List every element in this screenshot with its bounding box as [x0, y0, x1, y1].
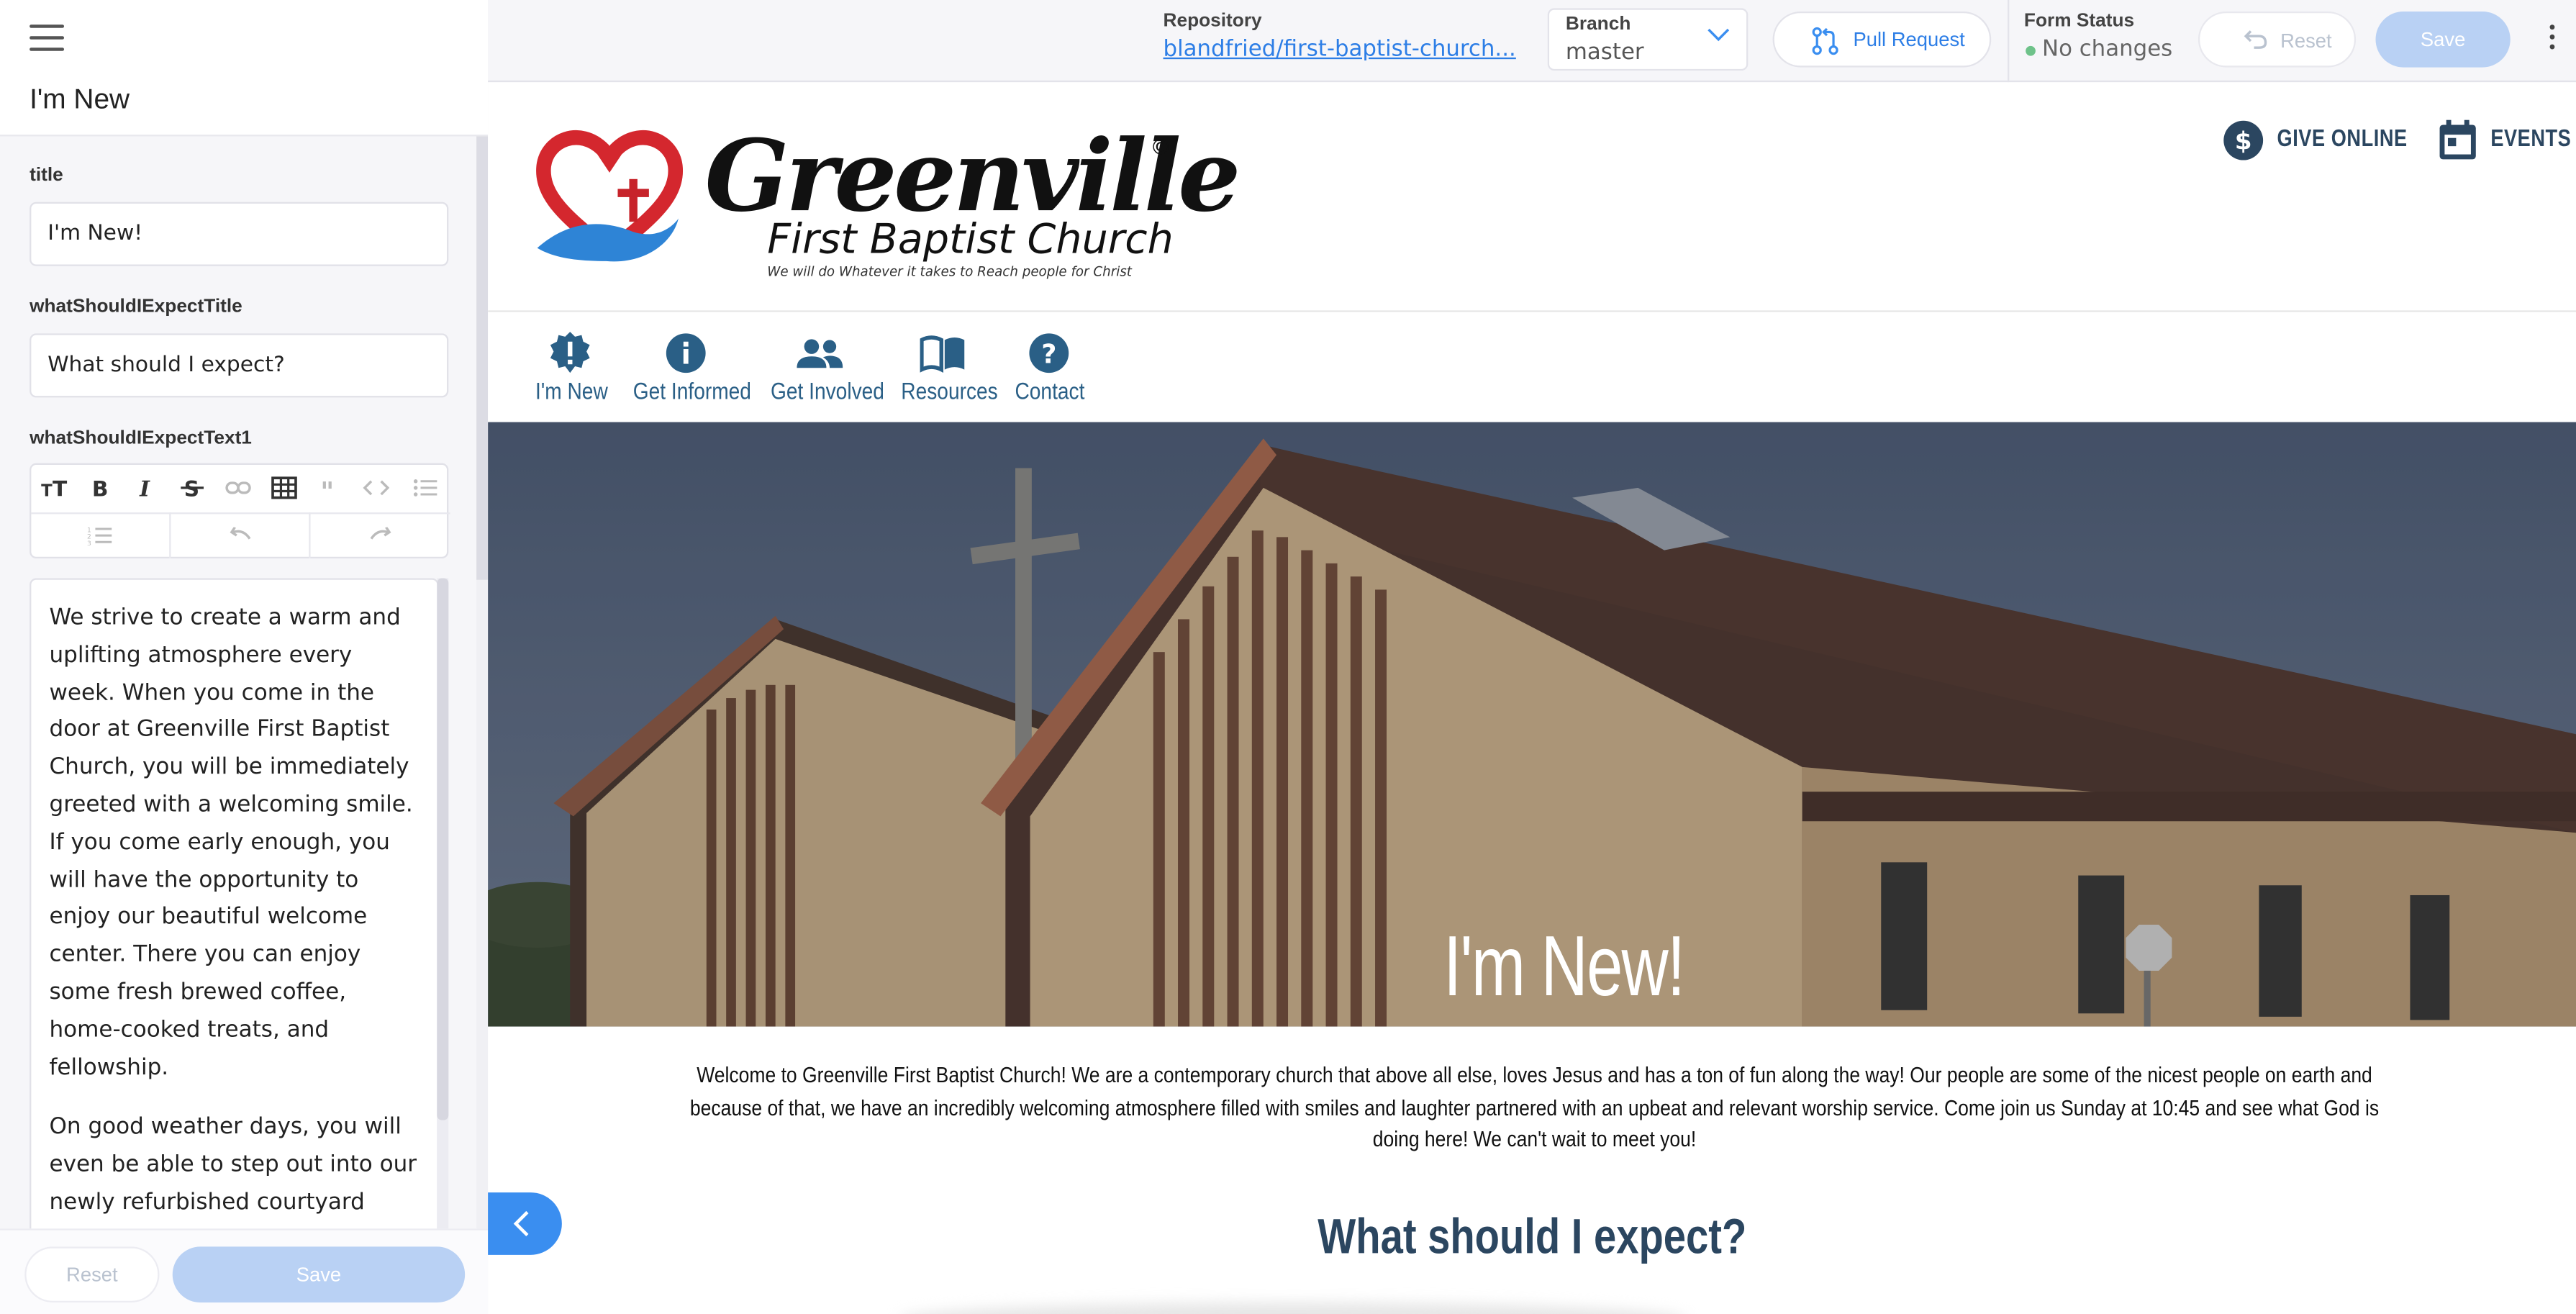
svg-text:": "	[320, 478, 334, 497]
site-header: Greenville © First Baptist Church We wil…	[488, 83, 2576, 312]
events-link[interactable]: EVENTS	[2438, 115, 2576, 164]
rich-text-editor[interactable]: We strive to create a warm and uplifting…	[30, 578, 439, 1236]
nav-item-contact[interactable]: ? Contact	[1010, 332, 1086, 411]
editor-scrollbar[interactable]	[437, 578, 449, 1236]
bullet-list-icon[interactable]	[402, 465, 448, 511]
form-status-value: No changes	[2042, 36, 2173, 63]
form-status-label: Form Status	[2023, 11, 2135, 32]
save-button[interactable]: Save	[172, 1246, 466, 1303]
nav-label: I'm New	[535, 377, 608, 404]
nav-label: Get Informed	[632, 377, 751, 404]
welcome-text-content: Welcome to Greenville First Baptist Chur…	[689, 1062, 2380, 1152]
main-navigation: I'm New Get Informed Get Involved Resour…	[488, 312, 2576, 422]
logo-subtitle: First Baptist Church	[767, 215, 1174, 263]
events-label: EVENTS	[2490, 126, 2572, 153]
bold-icon[interactable]: B	[77, 465, 123, 511]
give-online-label: GIVE ONLINE	[2277, 126, 2408, 153]
title-field[interactable]: I'm New!	[30, 201, 449, 266]
heart-cross-logo-icon	[536, 130, 683, 262]
people-icon	[797, 339, 843, 368]
expect-heading: What should I expect?	[1318, 1210, 1747, 1265]
info-icon	[665, 333, 705, 373]
repository-link[interactable]: blandfried/first-baptist-church...	[1164, 36, 1518, 63]
expect-title-field-label: whatShouldIExpectTitle	[30, 297, 242, 317]
redo-icon[interactable]	[311, 512, 450, 558]
hero-title: I'm New!	[1443, 920, 1685, 1015]
cms-toolbar: Repository blandfried/first-baptist-chur…	[488, 0, 2576, 83]
nav-label: Contact	[1015, 377, 1085, 404]
calendar-icon	[2439, 119, 2476, 159]
welcome-text: Welcome to Greenville First Baptist Chur…	[538, 1059, 2532, 1156]
collapse-sidebar-button[interactable]	[488, 1192, 562, 1255]
expect-title-field[interactable]: What should I expect?	[30, 333, 449, 398]
svg-text:3: 3	[87, 540, 91, 545]
link-icon[interactable]	[215, 465, 261, 511]
nav-item-get-informed[interactable]: Get Informed	[626, 332, 751, 411]
branch-value: master	[1565, 39, 1644, 66]
svg-text:T: T	[41, 481, 53, 499]
give-online-link[interactable]: $ GIVE ONLINE	[2223, 115, 2436, 164]
svg-text:$: $	[2235, 127, 2252, 155]
italic-icon[interactable]: I	[123, 465, 169, 511]
form-title: I'm New	[30, 83, 130, 115]
sidebar-footer: Reset Save	[0, 1228, 489, 1314]
ordered-list-icon[interactable]: 123	[31, 512, 171, 559]
branch-select[interactable]: Branch master	[1547, 8, 1749, 71]
svg-text:?: ?	[1040, 338, 1056, 369]
undo-icon[interactable]	[171, 512, 311, 559]
git-pull-request-icon	[1812, 27, 1838, 55]
church-logo[interactable]: Greenville © First Baptist Church We wil…	[534, 120, 1241, 288]
status-dot-icon	[2026, 45, 2036, 56]
reset-button[interactable]: Reset	[24, 1246, 160, 1303]
more-options-icon[interactable]	[2545, 24, 2558, 54]
editor-paragraph: We strive to create a warm and uplifting…	[49, 604, 413, 1080]
svg-text:T: T	[53, 476, 68, 499]
sidebar-header: I'm New	[0, 0, 489, 137]
form-sidebar: I'm New title I'm New! whatShouldIExpect…	[0, 0, 489, 1314]
pull-request-label: Pull Request	[1853, 27, 1965, 51]
nav-label: Resources	[901, 377, 998, 404]
expect-text-field-label: whatShouldIExpectText1	[30, 428, 252, 449]
site-preview: Greenville © First Baptist Church We wil…	[488, 83, 2576, 1314]
sidebar-scrollbar[interactable]	[476, 136, 489, 1314]
nav-label: Get Involved	[771, 377, 884, 404]
nav-item-im-new[interactable]: I'm New	[530, 332, 609, 411]
quote-icon[interactable]: "	[307, 465, 353, 511]
toolbar-reset-button[interactable]: Reset	[2198, 11, 2357, 68]
heading-icon[interactable]: TT	[31, 465, 77, 511]
title-field-label: title	[30, 166, 63, 186]
toolbar-reset-label: Reset	[2280, 30, 2332, 53]
dollar-circle-icon: $	[2223, 119, 2264, 160]
book-icon	[920, 335, 965, 373]
nav-item-get-involved[interactable]: Get Involved	[764, 332, 884, 411]
pull-request-button[interactable]: Pull Request	[1772, 11, 1992, 68]
editor-paragraph: On good weather days, you will even be a…	[49, 1114, 417, 1233]
branch-label: Branch	[1565, 14, 1631, 35]
table-icon[interactable]	[261, 465, 307, 511]
svg-text:B: B	[92, 476, 109, 499]
toolbar-save-button[interactable]: Save	[2375, 11, 2511, 68]
nav-item-resources[interactable]: Resources	[895, 332, 998, 411]
undo-icon	[2244, 30, 2267, 49]
strikethrough-icon[interactable]: S	[169, 465, 215, 511]
rich-text-toolbar: TT B I S " 1 2 3	[30, 463, 450, 559]
logo-copyright: ©	[1150, 136, 1171, 161]
hero-banner: I'm New!	[488, 422, 2576, 1027]
logo-tagline: We will do Whatever it takes to Reach pe…	[767, 264, 1132, 280]
svg-text:I: I	[139, 476, 150, 499]
alert-badge-icon	[550, 332, 590, 373]
question-icon: ?	[1028, 333, 1069, 373]
chevron-left-icon	[513, 1210, 529, 1237]
code-icon[interactable]	[353, 465, 399, 511]
repository-label: Repository	[1163, 11, 1262, 32]
chevron-down-icon	[1707, 28, 1730, 42]
menu-icon[interactable]	[30, 24, 65, 51]
